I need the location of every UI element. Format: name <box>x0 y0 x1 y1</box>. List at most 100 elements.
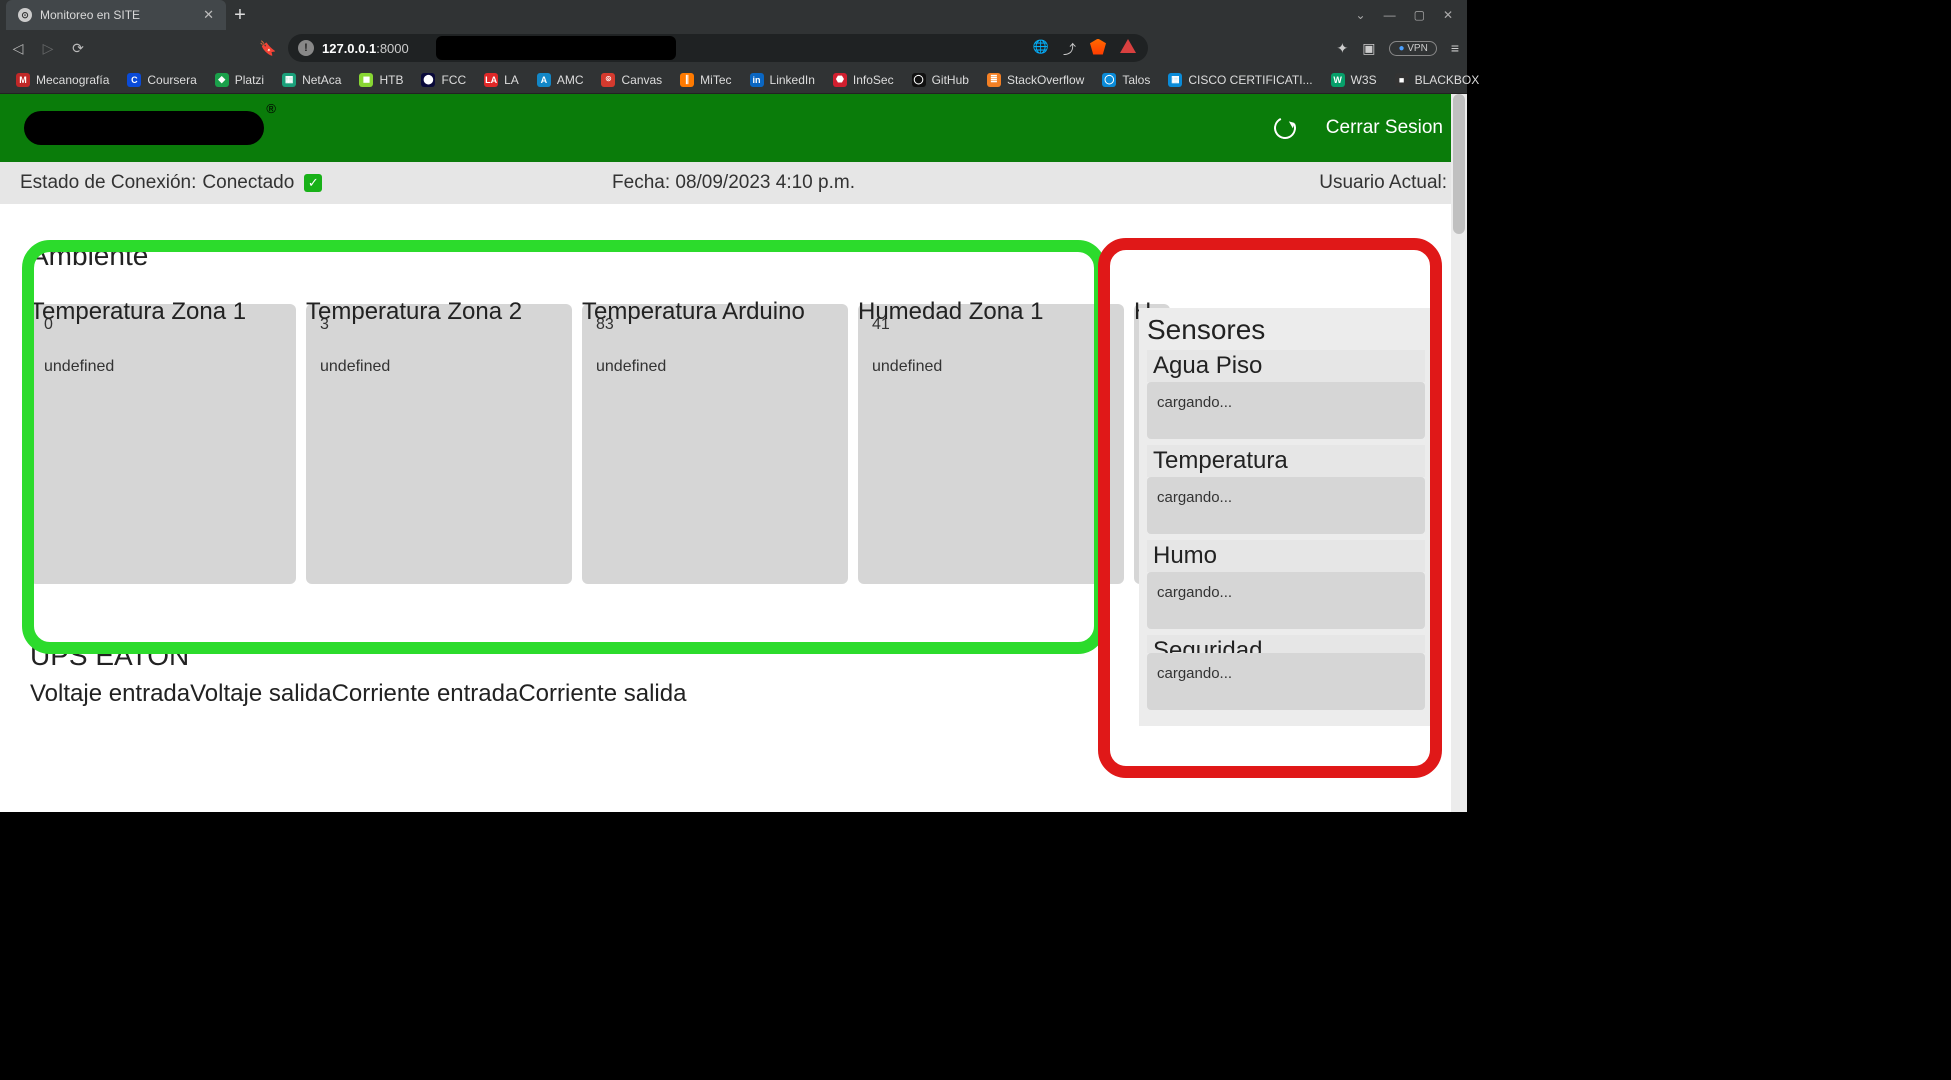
bookmark-favicon: in <box>750 73 764 87</box>
bookmark-favicon: ⌾ <box>601 73 615 87</box>
bookmark-label: StackOverflow <box>1007 73 1084 87</box>
bookmark-label: Canvas <box>621 73 662 87</box>
ups-col-title: Corriente entrada <box>332 680 519 707</box>
bookmark-label: W3S <box>1351 73 1377 87</box>
tab-close-icon[interactable]: ✕ <box>203 7 214 23</box>
bookmark-item[interactable]: ◯GitHub <box>906 73 975 87</box>
window-minimize-icon[interactable]: ⌄ <box>1356 8 1366 22</box>
tab-favicon: ⊙ <box>18 8 32 22</box>
browser-tab[interactable]: ⊙ Monitoreo en SITE ✕ <box>6 0 226 30</box>
bookmark-label: HTB <box>379 73 403 87</box>
share-icon[interactable]: ⤴ <box>1063 39 1076 58</box>
conn-label: Estado de Conexión: <box>20 172 196 194</box>
window-maximize-button[interactable]: ▢ <box>1414 8 1425 22</box>
bookmark-label: BLACKBOX <box>1415 73 1480 87</box>
site-info-icon[interactable]: ! <box>298 40 314 56</box>
bookmark-item[interactable]: LALA <box>478 73 525 87</box>
bookmark-item[interactable]: ▦CISCO CERTIFICATI... <box>1162 73 1318 87</box>
ambiente-card-title: Temperatura Arduino <box>582 298 848 326</box>
ambiente-status: undefined <box>320 358 558 376</box>
bookmark-label: InfoSec <box>853 73 894 87</box>
bookmark-item[interactable]: MMecanografía <box>10 73 115 87</box>
bookmark-item[interactable]: ▦NetAca <box>276 73 347 87</box>
window-close-button[interactable]: ✕ <box>1443 8 1453 22</box>
new-tab-button[interactable]: + <box>226 4 254 27</box>
bookmark-item[interactable]: ◼ HTB <box>353 73 409 87</box>
brave-rewards-icon[interactable] <box>1120 39 1136 53</box>
sensor-body: cargando... <box>1147 653 1425 710</box>
sensor-title: Humo <box>1147 540 1425 572</box>
user-label: Usuario Actual: <box>1319 172 1447 193</box>
sensor-card: Temperaturacargando... <box>1147 445 1425 534</box>
conn-check-icon: ✓ <box>304 174 322 192</box>
nav-reload-icon[interactable]: ⟳ <box>68 38 88 58</box>
sensor-card: Agua Pisocargando... <box>1147 350 1425 439</box>
bookmark-item[interactable]: ∥MiTec <box>674 73 737 87</box>
conn-value: Conectado <box>202 172 294 194</box>
bookmark-label: CISCO CERTIFICATI... <box>1188 73 1312 87</box>
ambiente-title: Ambiente <box>30 240 1437 272</box>
sensores-panel: Sensores Agua Pisocargando...Temperatura… <box>1139 308 1433 726</box>
logout-link[interactable]: Cerrar Sesion <box>1326 117 1443 139</box>
app-logo <box>24 111 264 145</box>
url-input[interactable]: ! 127.0.0.1:8000 🌐 ⤴ <box>288 34 1148 62</box>
bookmark-item[interactable]: ⬤FCC <box>415 73 472 87</box>
app-header: Cerrar Sesion <box>0 94 1467 162</box>
bookmark-favicon: ⬣ <box>833 73 847 87</box>
brave-shield-icon[interactable] <box>1090 39 1106 55</box>
bookmark-item[interactable]: ≣ StackOverflow <box>981 73 1090 87</box>
sensor-title: Agua Piso <box>1147 350 1425 382</box>
bookmark-item[interactable]: AAMC <box>531 73 590 87</box>
nav-forward-icon[interactable]: ▷ <box>38 38 58 58</box>
bookmark-item[interactable]: in LinkedIn <box>744 73 821 87</box>
bookmark-label: NetAca <box>302 73 341 87</box>
bookmark-label: FCC <box>441 73 466 87</box>
bookmarks-bar: MMecanografía CCoursera ◆Platzi ▦NetAca ◼ HTB… <box>0 66 1467 94</box>
ambiente-card-title: Temperatura Zona 1 <box>30 298 296 326</box>
extensions-icon[interactable]: ✦ <box>1336 40 1348 57</box>
nav-back-icon[interactable]: ◁ <box>8 38 28 58</box>
bookmark-label: LinkedIn <box>770 73 815 87</box>
bookmark-favicon: ∥ <box>680 73 694 87</box>
refresh-button[interactable] <box>1271 114 1299 142</box>
bookmark-item[interactable]: ⌾ Canvas <box>595 73 668 87</box>
sensor-title: Seguridad <box>1147 635 1425 653</box>
ambiente-card: 41undefined <box>858 304 1124 584</box>
translate-icon[interactable]: 🌐 <box>1033 39 1049 58</box>
ambiente-status: undefined <box>872 358 1110 376</box>
url-redacted <box>436 36 676 60</box>
menu-icon[interactable]: ≡ <box>1451 40 1459 56</box>
sensor-card: Humocargando... <box>1147 540 1425 629</box>
status-bar: Estado de Conexión: Conectado ✓ Fecha: 0… <box>0 162 1467 204</box>
bookmark-label: AMC <box>557 73 584 87</box>
browser-chrome: ⊙ Monitoreo en SITE ✕ + ⌄ — ▢ ✕ ◁ ▷ ⟳ 🔖 … <box>0 0 1467 94</box>
bookmark-item[interactable]: ◯ Talos <box>1096 73 1156 87</box>
bookmark-item[interactable]: W W3S <box>1325 73 1383 87</box>
bookmark-favicon: ≣ <box>987 73 1001 87</box>
bookmark-icon[interactable]: 🔖 <box>258 38 278 58</box>
bookmark-favicon: LA <box>484 73 498 87</box>
bookmark-favicon: ◆ <box>215 73 229 87</box>
ambiente-card: 83undefined <box>582 304 848 584</box>
sensor-title: Temperatura <box>1147 445 1425 477</box>
bookmark-favicon: M <box>16 73 30 87</box>
sensores-title: Sensores <box>1147 314 1425 346</box>
bookmark-item[interactable]: CCoursera <box>121 73 202 87</box>
ups-col-title: Voltaje salida <box>190 680 331 707</box>
bookmark-favicon: W <box>1331 73 1345 87</box>
date-label: Fecha: <box>612 172 670 193</box>
bookmark-favicon: ◯ <box>912 73 926 87</box>
bookmark-item[interactable]: ◆Platzi <box>209 73 270 87</box>
bookmark-favicon: ◼ <box>359 73 373 87</box>
bookmark-favicon: ◯ <box>1102 73 1116 87</box>
sensor-body: cargando... <box>1147 477 1425 534</box>
bookmark-item[interactable]: ■ BLACKBOX <box>1389 73 1486 87</box>
ups-col-title: Corriente salida <box>518 680 686 707</box>
bookmark-favicon: ■ <box>1395 73 1409 87</box>
bookmark-item[interactable]: ⬣ InfoSec <box>827 73 900 87</box>
bookmark-label: Talos <box>1122 73 1150 87</box>
window-minimize-button[interactable]: — <box>1384 8 1396 22</box>
sidebar-icon[interactable]: ▣ <box>1362 40 1375 57</box>
sensor-card: Seguridadcargando... <box>1147 635 1425 710</box>
vpn-badge[interactable]: ● VPN <box>1389 41 1436 56</box>
